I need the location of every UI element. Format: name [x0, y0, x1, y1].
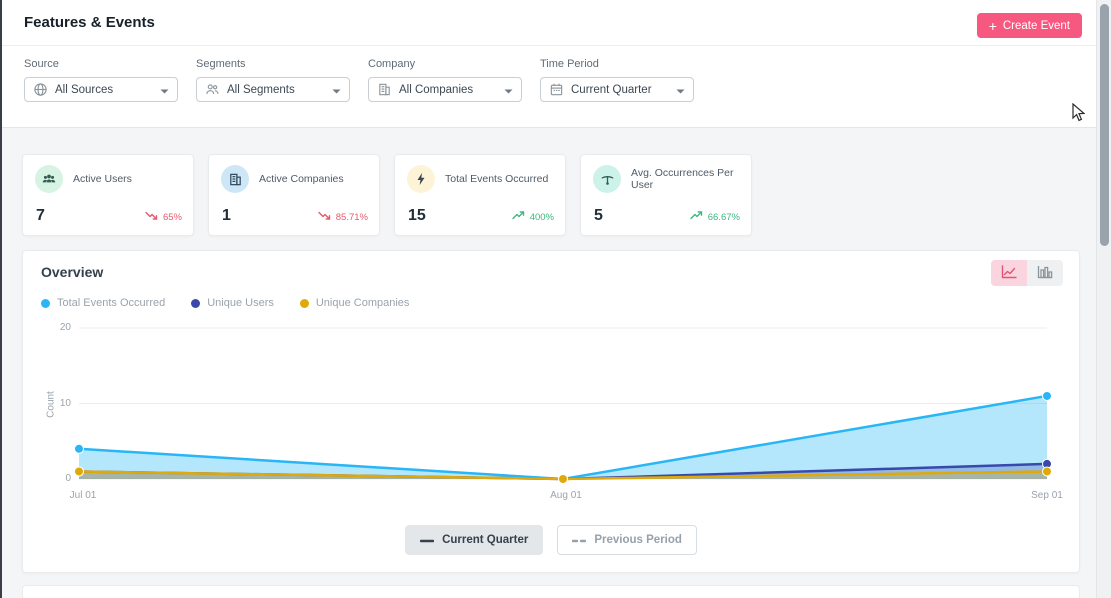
chevron-down-icon	[332, 81, 341, 99]
legend-total-events[interactable]: Total Events Occurred	[41, 297, 165, 309]
filter-company-label: Company	[368, 58, 522, 70]
building-icon	[221, 165, 249, 193]
filter-time-period: Time Period Current Quarter	[540, 58, 694, 102]
y-tick-10: 10	[45, 398, 71, 409]
bar-chart-toggle-button[interactable]	[1027, 260, 1063, 286]
segments-select[interactable]: All Segments	[196, 77, 350, 102]
current-quarter-label: Current Quarter	[442, 534, 528, 546]
overview-panel: Overview Total Events Occurred	[22, 250, 1080, 573]
filter-source: Source All Sources	[24, 58, 178, 102]
stat-card-active-users: Active Users 7 65%	[22, 154, 194, 236]
trend-down-icon	[318, 211, 331, 223]
building-icon	[377, 82, 392, 97]
plus-icon: +	[989, 19, 997, 33]
x-tick-aug: Aug 01	[541, 490, 591, 501]
stat-value: 5	[594, 207, 603, 225]
bar-chart-icon	[1037, 265, 1053, 282]
filter-segments-label: Segments	[196, 58, 350, 70]
page-title: Features & Events	[24, 14, 155, 31]
previous-period-button[interactable]: Previous Period	[557, 525, 697, 555]
chevron-down-icon	[504, 81, 513, 99]
header-filter-section: Features & Events + Create Event Source …	[0, 0, 1096, 128]
legend-dot-indigo	[191, 299, 200, 308]
trend-up-icon	[512, 211, 525, 223]
dashed-line-icon	[572, 534, 586, 546]
solid-line-icon	[420, 534, 434, 546]
vertical-scrollbar[interactable]	[1096, 0, 1111, 598]
stat-label: Avg. Occurrences Per User	[631, 167, 743, 191]
y-tick-20: 20	[45, 322, 71, 333]
chart-legend: Total Events Occurred Unique Users Uniqu…	[41, 297, 409, 309]
stat-label: Active Companies	[259, 173, 344, 185]
next-section-panel	[22, 585, 1080, 598]
stat-card-active-companies: Active Companies 1 85.71%	[208, 154, 380, 236]
line-chart-icon	[1001, 265, 1017, 282]
stat-change-value: 85.71%	[336, 212, 368, 223]
period-button-row: Current Quarter Previous Period	[23, 525, 1079, 555]
filter-company: Company All Companies	[368, 58, 522, 102]
stat-card-total-events: Total Events Occurred 15 400%	[394, 154, 566, 236]
company-select[interactable]: All Companies	[368, 77, 522, 102]
filter-bar: Source All Sources Segments	[24, 58, 694, 102]
stat-value: 7	[36, 207, 45, 225]
stat-label: Active Users	[73, 173, 132, 185]
create-event-button[interactable]: + Create Event	[977, 13, 1082, 38]
legend-unique-users[interactable]: Unique Users	[191, 297, 274, 309]
segments-select-value: All Segments	[227, 84, 325, 96]
legend-dot-blue	[41, 299, 50, 308]
page-header: Features & Events + Create Event	[0, 0, 1096, 46]
stat-label: Total Events Occurred	[445, 173, 548, 185]
stat-cards-row: Active Users 7 65% Active Companies	[22, 154, 752, 236]
current-quarter-button[interactable]: Current Quarter	[405, 525, 543, 555]
calendar-icon	[549, 82, 564, 97]
stat-change-value: 66.67%	[708, 212, 740, 223]
stat-change: 66.67%	[690, 211, 740, 223]
stat-change: 400%	[512, 211, 554, 223]
scrollbar-thumb[interactable]	[1100, 4, 1109, 246]
users-icon	[205, 82, 220, 97]
average-icon	[593, 165, 621, 193]
chevron-down-icon	[160, 81, 169, 99]
filter-source-label: Source	[24, 58, 178, 70]
stat-value: 1	[222, 207, 231, 225]
company-select-value: All Companies	[399, 84, 497, 96]
legend-unique-companies[interactable]: Unique Companies	[300, 297, 410, 309]
overview-title: Overview	[41, 264, 103, 280]
y-tick-0: 0	[45, 473, 71, 484]
previous-period-label: Previous Period	[594, 534, 682, 546]
source-select[interactable]: All Sources	[24, 77, 178, 102]
collapsed-sidebar-edge	[0, 0, 2, 598]
stat-change: 65%	[145, 211, 182, 223]
stat-change: 85.71%	[318, 211, 368, 223]
stat-change-value: 400%	[530, 212, 554, 223]
overview-chart-svg[interactable]	[79, 323, 1047, 498]
legend-label: Total Events Occurred	[57, 297, 165, 309]
features-events-page: Features & Events + Create Event Source …	[0, 0, 1111, 598]
globe-icon	[33, 82, 48, 97]
line-chart-toggle-button[interactable]	[991, 260, 1027, 286]
x-tick-sep: Sep 01	[1022, 490, 1072, 501]
lightning-icon	[407, 165, 435, 193]
filter-time-period-label: Time Period	[540, 58, 694, 70]
trend-up-icon	[690, 211, 703, 223]
stat-value: 15	[408, 207, 426, 225]
filter-segments: Segments All Segments	[196, 58, 350, 102]
users-group-icon	[35, 165, 63, 193]
legend-dot-yellow	[300, 299, 309, 308]
time-period-select[interactable]: Current Quarter	[540, 77, 694, 102]
legend-label: Unique Users	[207, 297, 274, 309]
stat-change-value: 65%	[163, 212, 182, 223]
chart-type-toggle	[991, 260, 1063, 286]
source-select-value: All Sources	[55, 84, 153, 96]
chevron-down-icon	[676, 81, 685, 99]
time-period-select-value: Current Quarter	[571, 84, 669, 96]
x-tick-jul: Jul 01	[58, 490, 108, 501]
trend-down-icon	[145, 211, 158, 223]
create-event-label: Create Event	[1003, 20, 1070, 32]
legend-label: Unique Companies	[316, 297, 410, 309]
stat-card-avg-occurrences: Avg. Occurrences Per User 5 66.67%	[580, 154, 752, 236]
